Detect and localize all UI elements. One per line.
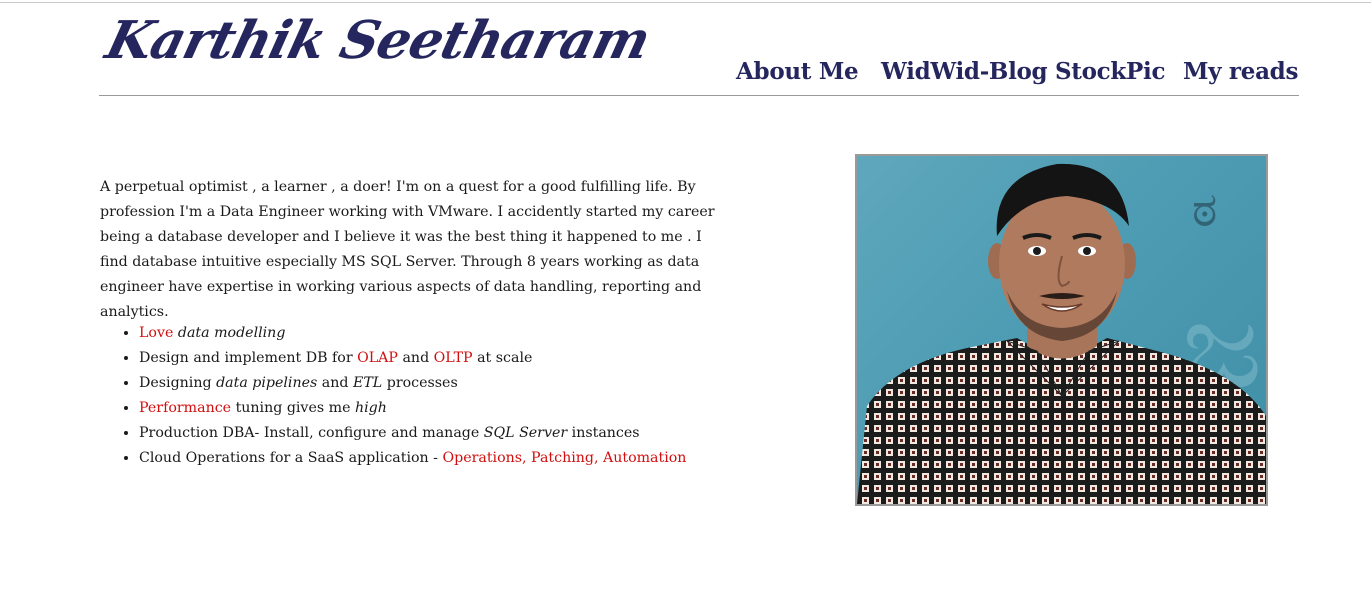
skill-highlight: Operations, Patching, Automation	[442, 450, 687, 466]
nav-my-reads[interactable]: My reads	[1183, 58, 1298, 85]
skill-text: Designing	[139, 375, 217, 391]
nav-stockpic[interactable]: StockPic	[1055, 58, 1165, 85]
intro-paragraph: A perpetual optimist , a learner , a doe…	[100, 179, 715, 320]
skill-highlight: OLAP	[357, 350, 398, 366]
skill-highlight: OLTP	[433, 350, 473, 366]
header-divider	[99, 95, 1299, 96]
profile-photo-illustration: ಠ ಜ	[857, 163, 1266, 504]
skill-item: Performance tuning gives me high	[139, 396, 779, 421]
skill-emphasis: ETL	[352, 375, 383, 391]
main-nav: About Me WidWid-Blog StockPic My reads	[0, 58, 1371, 92]
skill-emphasis: data modelling	[177, 325, 286, 341]
skill-item: Love data modelling	[139, 321, 779, 346]
skill-highlight: Love	[139, 325, 174, 341]
nav-about-me[interactable]: About Me	[736, 58, 859, 85]
skill-emphasis: data pipelines	[216, 375, 318, 391]
skill-item: Design and implement DB for OLAP and OLT…	[139, 346, 779, 371]
skill-text: Production DBA- Install, configure and m…	[139, 425, 484, 441]
skill-text: tuning gives me	[231, 400, 355, 416]
skill-text: Design and implement DB for	[139, 350, 358, 366]
skill-emphasis: high	[355, 400, 387, 416]
skill-highlight: Performance	[139, 400, 232, 416]
profile-photo: ಠ ಜ	[855, 154, 1268, 506]
skill-item: Designing data pipelines and ETL process…	[139, 371, 779, 396]
skill-text: and	[397, 350, 434, 366]
skills-list: Love data modellingDesign and implement …	[100, 321, 779, 471]
skill-text: and	[317, 375, 353, 391]
top-border	[0, 2, 1371, 3]
skill-emphasis: SQL Server	[483, 425, 568, 441]
skill-text: instances	[567, 425, 640, 441]
skill-text: processes	[382, 375, 458, 391]
skill-item: Production DBA- Install, configure and m…	[139, 421, 779, 446]
svg-text:ಠ: ಠ	[1192, 182, 1217, 238]
skill-text: at scale	[472, 350, 533, 366]
skill-item: Cloud Operations for a SaaS application …	[139, 446, 779, 471]
nav-widwid-blog[interactable]: WidWid-Blog	[881, 58, 1048, 85]
skill-text: Cloud Operations for a SaaS application …	[139, 450, 443, 466]
